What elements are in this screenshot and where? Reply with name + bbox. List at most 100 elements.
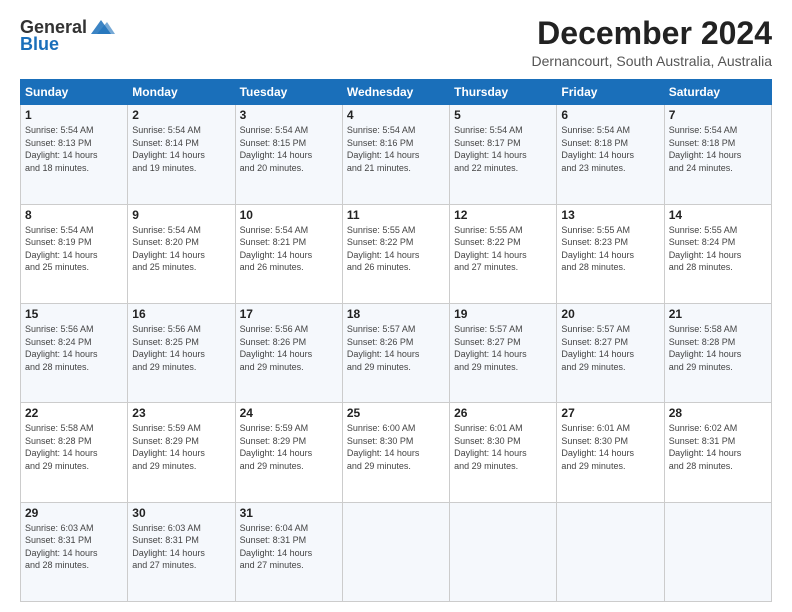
day-info: Sunrise: 5:55 AM Sunset: 8:22 PM Dayligh… [454,224,552,274]
table-row: 15 Sunrise: 5:56 AM Sunset: 8:24 PM Dayli… [21,303,128,402]
table-row: 29Sunrise: 6:03 AM Sunset: 8:31 PM Dayli… [21,502,128,601]
day-info: Sunrise: 5:56 AM Sunset: 8:25 PM Dayligh… [132,323,230,373]
day-number: 10 [240,208,338,222]
day-number: 18 [347,307,445,321]
day-number: 7 [669,108,767,122]
day-info: Sunrise: 5:55 AM Sunset: 8:24 PM Dayligh… [669,224,767,274]
table-row: 12 Sunrise: 5:55 AM Sunset: 8:22 PM Dayli… [450,204,557,303]
table-row: 21 Sunrise: 5:58 AM Sunset: 8:28 PM Dayli… [664,303,771,402]
day-number: 17 [240,307,338,321]
day-number: 9 [132,208,230,222]
day-info: Sunrise: 5:56 AM Sunset: 8:24 PM Dayligh… [25,323,123,373]
calendar-row: 8 Sunrise: 5:54 AM Sunset: 8:19 PM Daylig… [21,204,772,303]
day-number: 23 [132,406,230,420]
day-number: 22 [25,406,123,420]
day-info: Sunrise: 5:57 AM Sunset: 8:27 PM Dayligh… [561,323,659,373]
table-row: 28Sunrise: 6:02 AM Sunset: 8:31 PM Dayli… [664,403,771,502]
logo: General Blue [20,16,115,55]
day-number: 8 [25,208,123,222]
day-info: Sunrise: 5:54 AM Sunset: 8:17 PM Dayligh… [454,124,552,174]
day-info: Sunrise: 6:03 AM Sunset: 8:31 PM Dayligh… [132,522,230,572]
day-info: Sunrise: 5:55 AM Sunset: 8:23 PM Dayligh… [561,224,659,274]
calendar-row: 29 Sunrise: 6:03 AM Sunset: 8:31 PM Dayli… [21,502,772,601]
day-number: 27 [561,406,659,420]
day-number: 4 [347,108,445,122]
table-row: 25 Sunrise: 6:00 AM Sunset: 8:30 PM Dayli… [342,403,449,502]
table-row [557,502,664,601]
day-number: 3 [240,108,338,122]
day-number: 15 [25,307,123,321]
table-row: 17Sunrise: 5:56 AM Sunset: 8:26 PM Dayli… [235,303,342,402]
table-row: 13 Sunrise: 5:55 AM Sunset: 8:23 PM Dayli… [557,204,664,303]
table-row: 31Sunrise: 6:04 AM Sunset: 8:31 PM Dayli… [235,502,342,601]
col-monday: Monday [128,80,235,105]
day-info: Sunrise: 5:57 AM Sunset: 8:26 PM Dayligh… [347,323,445,373]
day-number: 30 [132,506,230,520]
day-number: 24 [240,406,338,420]
day-info: Sunrise: 6:01 AM Sunset: 8:30 PM Dayligh… [561,422,659,472]
day-number: 21 [669,307,767,321]
day-number: 31 [240,506,338,520]
day-info: Sunrise: 5:54 AM Sunset: 8:20 PM Dayligh… [132,224,230,274]
table-row: 18 Sunrise: 5:57 AM Sunset: 8:26 PM Dayli… [342,303,449,402]
day-number: 12 [454,208,552,222]
day-info: Sunrise: 5:58 AM Sunset: 8:28 PM Dayligh… [669,323,767,373]
day-number: 29 [25,506,123,520]
table-row: 24 Sunrise: 5:59 AM Sunset: 8:29 PM Dayli… [235,403,342,502]
day-number: 11 [347,208,445,222]
title-block: December 2024 Dernancourt, South Austral… [532,16,772,69]
col-tuesday: Tuesday [235,80,342,105]
col-saturday: Saturday [664,80,771,105]
page: General Blue December 2024 Dernancourt, … [0,0,792,612]
day-number: 28 [669,406,767,420]
logo-icon [87,16,115,38]
col-thursday: Thursday [450,80,557,105]
table-row: 26 Sunrise: 6:01 AM Sunset: 8:30 PM Dayli… [450,403,557,502]
table-row: 1Sunrise: 5:54 AM Sunset: 8:13 PM Daylig… [21,105,128,204]
day-info: Sunrise: 5:54 AM Sunset: 8:21 PM Dayligh… [240,224,338,274]
table-row [342,502,449,601]
day-info: Sunrise: 6:01 AM Sunset: 8:30 PM Dayligh… [454,422,552,472]
col-sunday: Sunday [21,80,128,105]
day-info: Sunrise: 5:57 AM Sunset: 8:27 PM Dayligh… [454,323,552,373]
day-info: Sunrise: 5:59 AM Sunset: 8:29 PM Dayligh… [240,422,338,472]
day-info: Sunrise: 5:54 AM Sunset: 8:14 PM Dayligh… [132,124,230,174]
calendar-row: 1Sunrise: 5:54 AM Sunset: 8:13 PM Daylig… [21,105,772,204]
day-number: 13 [561,208,659,222]
table-row: 3Sunrise: 5:54 AM Sunset: 8:15 PM Daylig… [235,105,342,204]
table-row [450,502,557,601]
header: General Blue December 2024 Dernancourt, … [20,16,772,69]
day-number: 20 [561,307,659,321]
table-row: 16 Sunrise: 5:56 AM Sunset: 8:25 PM Dayli… [128,303,235,402]
table-row: 9 Sunrise: 5:54 AM Sunset: 8:20 PM Daylig… [128,204,235,303]
table-row: 14Sunrise: 5:55 AM Sunset: 8:24 PM Dayli… [664,204,771,303]
table-row: 19Sunrise: 5:57 AM Sunset: 8:27 PM Dayli… [450,303,557,402]
main-title: December 2024 [532,16,772,51]
subtitle: Dernancourt, South Australia, Australia [532,53,772,69]
day-info: Sunrise: 5:54 AM Sunset: 8:19 PM Dayligh… [25,224,123,274]
table-row: 23Sunrise: 5:59 AM Sunset: 8:29 PM Dayli… [128,403,235,502]
day-info: Sunrise: 5:55 AM Sunset: 8:22 PM Dayligh… [347,224,445,274]
table-row: 6Sunrise: 5:54 AM Sunset: 8:18 PM Daylig… [557,105,664,204]
table-row: 11 Sunrise: 5:55 AM Sunset: 8:22 PM Dayli… [342,204,449,303]
day-number: 2 [132,108,230,122]
day-number: 16 [132,307,230,321]
day-info: Sunrise: 5:54 AM Sunset: 8:18 PM Dayligh… [669,124,767,174]
day-number: 5 [454,108,552,122]
day-number: 26 [454,406,552,420]
day-info: Sunrise: 5:54 AM Sunset: 8:13 PM Dayligh… [25,124,123,174]
day-info: Sunrise: 6:00 AM Sunset: 8:30 PM Dayligh… [347,422,445,472]
calendar-row: 15 Sunrise: 5:56 AM Sunset: 8:24 PM Dayli… [21,303,772,402]
table-row: 8 Sunrise: 5:54 AM Sunset: 8:19 PM Daylig… [21,204,128,303]
calendar-table: Sunday Monday Tuesday Wednesday Thursday… [20,79,772,602]
day-info: Sunrise: 5:54 AM Sunset: 8:18 PM Dayligh… [561,124,659,174]
table-row: 4 Sunrise: 5:54 AM Sunset: 8:16 PM Daylig… [342,105,449,204]
table-row: 20 Sunrise: 5:57 AM Sunset: 8:27 PM Dayli… [557,303,664,402]
calendar-header-row: Sunday Monday Tuesday Wednesday Thursday… [21,80,772,105]
col-wednesday: Wednesday [342,80,449,105]
table-row: 2 Sunrise: 5:54 AM Sunset: 8:14 PM Daylig… [128,105,235,204]
day-number: 25 [347,406,445,420]
day-info: Sunrise: 5:54 AM Sunset: 8:16 PM Dayligh… [347,124,445,174]
table-row: 30 Sunrise: 6:03 AM Sunset: 8:31 PM Dayli… [128,502,235,601]
table-row [664,502,771,601]
